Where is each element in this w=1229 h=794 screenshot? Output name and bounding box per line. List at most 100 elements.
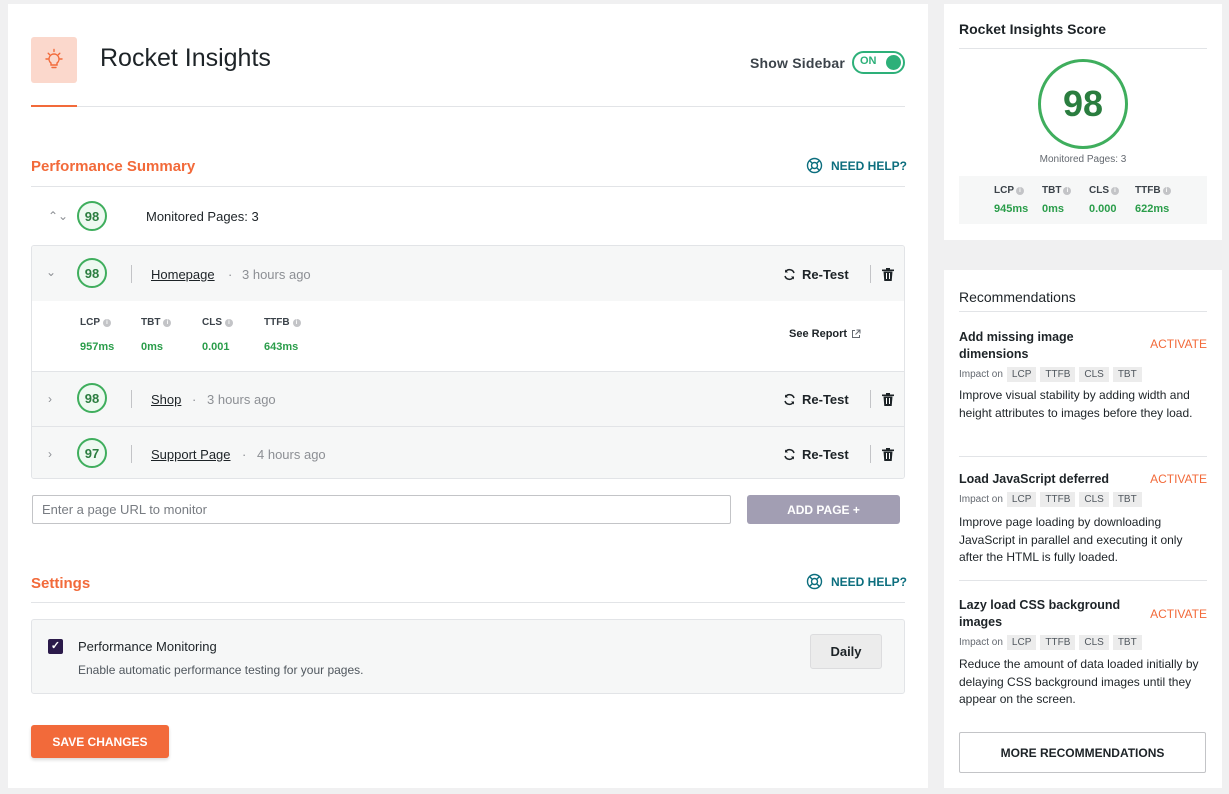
score-card-title: Rocket Insights Score (959, 21, 1107, 37)
add-page-button[interactable]: ADD PAGE + (747, 495, 900, 524)
chevron-right-icon[interactable]: › (48, 447, 52, 461)
retest-button[interactable]: Re-Test (783, 447, 849, 462)
toggle-state-text: ON (860, 55, 877, 67)
retest-label: Re-Test (802, 392, 849, 407)
row-divider (131, 390, 132, 408)
impact-tag: CLS (1079, 367, 1109, 382)
page-tested-time: 3 hours ago (207, 392, 276, 407)
setting-description: Enable automatic performance testing for… (78, 663, 364, 677)
metric-lcp-label: LCP i (80, 317, 111, 328)
info-icon[interactable]: i (1162, 186, 1171, 195)
see-report-link[interactable]: See Report (789, 328, 861, 340)
impact-tag: CLS (1079, 492, 1109, 507)
retest-button[interactable]: Re-Test (783, 267, 849, 282)
show-sidebar-label: Show Sidebar (750, 55, 845, 71)
impact-tag: TBT (1112, 492, 1142, 507)
page-score-badge: 97 (77, 438, 107, 468)
metric-tbt-label: TBT i (141, 317, 172, 328)
page-score-badge: 98 (77, 258, 107, 288)
page-row-shop[interactable]: › 98 Shop · 3 hours ago Re-Test (32, 372, 904, 427)
metric-tbt-value: 0ms (141, 341, 164, 353)
info-icon[interactable]: i (1016, 186, 1024, 195)
impact-tags: Impact on LCP TTFB CLS TBT (959, 635, 1142, 650)
page-link-homepage[interactable]: Homepage (151, 267, 215, 282)
info-icon[interactable]: i (163, 318, 172, 327)
recommendation-item: Load JavaScript deferred ACTIVATE Impact… (959, 471, 1207, 581)
refresh-icon (784, 393, 795, 406)
sidebar-lcp-value: 945ms (994, 203, 1029, 215)
sidebar-cls-value: 0.000 (1089, 203, 1117, 215)
info-icon[interactable]: i (1111, 186, 1119, 195)
sidebar-ttfb-value: 622ms (1135, 203, 1170, 215)
chevron-down-icon[interactable]: ⌄ (46, 265, 56, 279)
metric-cls-label: CLS i (202, 317, 233, 328)
monitored-pages-list: ⌄ 98 Homepage · 3 hours ago Re-Test LCP … (31, 245, 905, 479)
setting-title: Performance Monitoring (78, 639, 217, 654)
impact-tag: TTFB (1040, 367, 1076, 382)
monitored-pages-label: Monitored Pages: 3 (146, 209, 259, 224)
collapse-all-icon[interactable]: ⌃⌄ (48, 209, 68, 223)
sidebar-ttfb-label: TTFB i (1135, 185, 1171, 196)
lifebuoy-icon (806, 573, 823, 590)
page-link-shop[interactable]: Shop (151, 392, 181, 407)
sidebar-monitored-pages: Monitored Pages: 3 (1039, 154, 1127, 165)
metric-cls-value: 0.001 (202, 341, 230, 353)
activate-button[interactable]: ACTIVATE (1150, 472, 1207, 486)
sidebar-lcp-label: LCP i (994, 185, 1024, 196)
info-icon[interactable]: i (225, 318, 233, 327)
settings-title: Settings (31, 575, 91, 592)
settings-help-link[interactable]: NEED HELP? (806, 573, 907, 590)
impact-label: Impact on (959, 494, 1003, 505)
metric-lcp-value: 957ms (80, 341, 115, 353)
impact-label: Impact on (959, 637, 1003, 648)
refresh-icon (784, 268, 795, 281)
show-sidebar-toggle[interactable]: ON (852, 51, 905, 74)
page-row-support[interactable]: › 97 Support Page · 4 hours ago Re-Test (32, 427, 904, 478)
performance-help-link[interactable]: NEED HELP? (806, 157, 907, 174)
performance-monitoring-checkbox[interactable]: ✓ (48, 639, 63, 654)
help-label: NEED HELP? (831, 158, 908, 173)
trash-icon[interactable] (882, 448, 894, 461)
more-recommendations-button[interactable]: MORE RECOMMENDATIONS (959, 732, 1206, 773)
card-divider (959, 48, 1207, 49)
row-divider (131, 265, 132, 283)
impact-tags: Impact on LCP TTFB CLS TBT (959, 492, 1142, 507)
trash-icon[interactable] (882, 393, 894, 406)
help-label: NEED HELP? (831, 574, 908, 589)
row-divider (870, 265, 871, 283)
impact-tag: LCP (1006, 367, 1037, 382)
activate-button[interactable]: ACTIVATE (1150, 337, 1207, 351)
see-report-label: See Report (789, 328, 848, 340)
impact-tag: TBT (1112, 367, 1142, 382)
page-score-badge: 98 (77, 383, 107, 413)
page-row-homepage[interactable]: ⌄ 98 Homepage · 3 hours ago Re-Test (32, 246, 904, 301)
page-tested-time: 3 hours ago (242, 267, 311, 282)
performance-summary-title: Performance Summary (31, 158, 196, 175)
frequency-select[interactable]: Daily (810, 634, 882, 669)
page-title: Rocket Insights (100, 44, 271, 72)
retest-label: Re-Test (802, 447, 849, 462)
sidebar-tbt-value: 0ms (1042, 203, 1065, 215)
recommendation-title: Load JavaScript deferred (959, 472, 1110, 486)
save-changes-button[interactable]: SAVE CHANGES (31, 725, 169, 758)
info-icon[interactable]: i (1063, 186, 1072, 195)
metric-ttfb-label: TTFB i (264, 317, 301, 328)
sidebar-tbt-label: TBT i (1042, 185, 1072, 196)
impact-tags: Impact on LCP TTFB CLS TBT (959, 367, 1142, 382)
chevron-right-icon[interactable]: › (48, 392, 52, 406)
page-link-support[interactable]: Support Page (151, 447, 231, 462)
page-url-input[interactable] (32, 495, 731, 524)
external-link-icon (852, 329, 861, 338)
recommendation-description: Improve page loading by downloading Java… (959, 515, 1183, 564)
refresh-icon (784, 448, 795, 461)
recommendation-description: Reduce the amount of data loaded initial… (959, 657, 1199, 706)
sidebar-metrics: LCP i 945ms TBT i 0ms CLS i 0.000 TTFB i 622… (959, 176, 1207, 224)
activate-button[interactable]: ACTIVATE (1150, 607, 1207, 621)
metric-ttfb-value: 643ms (264, 341, 299, 353)
info-icon[interactable]: i (103, 318, 111, 327)
trash-icon[interactable] (882, 268, 894, 281)
info-icon[interactable]: i (292, 318, 301, 327)
impact-tag: TTFB (1040, 492, 1076, 507)
retest-button[interactable]: Re-Test (783, 392, 849, 407)
row-divider (131, 445, 132, 463)
